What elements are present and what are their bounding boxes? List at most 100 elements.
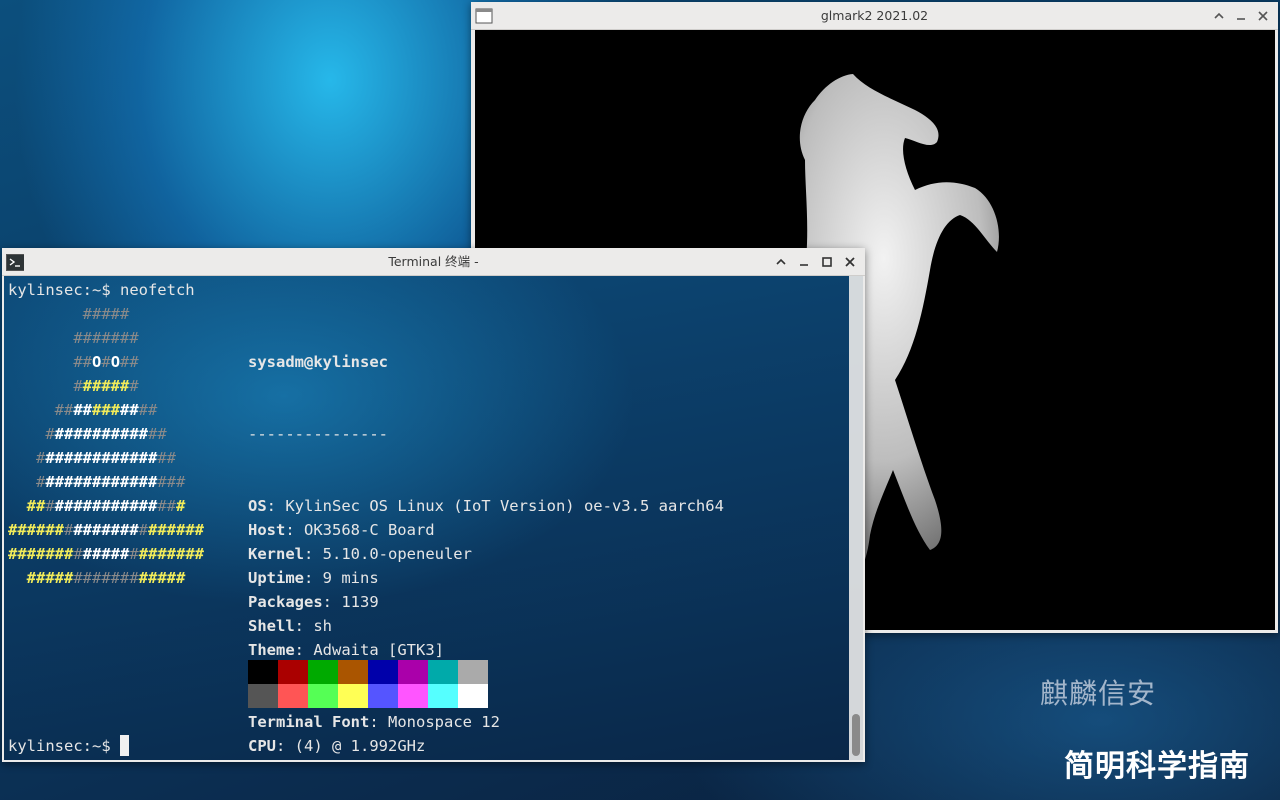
info-row: Theme: Adwaita [GTK3] <box>248 638 724 662</box>
ascii-segment: # <box>176 497 186 515</box>
ascii-line: ################ <box>8 470 204 494</box>
neofetch-ascii-logo: ##### ####### ##O#O## ####### ##########… <box>8 302 204 590</box>
text-cursor <box>119 735 129 756</box>
info-value: : KylinSec OS Linux (IoT Version) oe-v3.… <box>266 497 724 515</box>
ascii-segment: # <box>138 521 149 539</box>
info-value: : sh <box>294 617 332 635</box>
terminal-titlebar[interactable]: Terminal 终端 - <box>2 248 865 276</box>
color-palette <box>248 660 488 708</box>
terminal-scrollbar[interactable] <box>849 276 863 760</box>
ascii-segment: # <box>129 377 139 395</box>
palette-swatch <box>338 684 368 708</box>
info-value: : 5.10.0-openeuler <box>304 545 472 563</box>
ascii-segment: ### <box>92 401 120 419</box>
ascii-line: ############### <box>8 446 204 470</box>
palette-swatch <box>308 660 338 684</box>
palette-swatch <box>398 684 428 708</box>
minimize-icon[interactable] <box>1232 7 1250 25</box>
ascii-segment: # <box>8 449 46 467</box>
info-key: CPU <box>248 737 276 755</box>
scrollbar-thumb[interactable] <box>852 714 860 756</box>
ascii-segment: ##### <box>82 545 130 563</box>
prompt-line: kylinsec:~$ neofetch <box>8 281 195 299</box>
ascii-segment: ############ <box>45 449 158 467</box>
ascii-segment: # <box>8 425 55 443</box>
maximize-icon[interactable] <box>818 253 836 271</box>
ascii-segment: ##### <box>82 377 130 395</box>
ascii-segment: ##### <box>138 569 186 587</box>
ascii-segment: O <box>92 353 102 371</box>
info-separator: --------------- <box>248 425 388 443</box>
palette-swatch <box>428 684 458 708</box>
info-key: Terminal Font <box>248 713 370 731</box>
ascii-segment: # <box>129 545 139 563</box>
ascii-segment: ###### <box>8 521 64 539</box>
info-key: Host <box>248 521 286 539</box>
close-icon[interactable] <box>841 253 859 271</box>
ascii-segment: # <box>8 473 46 491</box>
ascii-segment: ## <box>157 497 176 515</box>
terminal-title: Terminal 终端 - <box>388 254 479 269</box>
info-value: : Adwaita [GTK3] <box>294 641 444 659</box>
info-key: Packages <box>248 593 323 611</box>
maximize-icon[interactable] <box>1210 7 1228 25</box>
ascii-segment: ###### <box>148 521 205 539</box>
info-row: CPU: (4) @ 1.992GHz <box>248 734 724 758</box>
info-row: Packages: 1139 <box>248 590 724 614</box>
ascii-segment: ####### <box>8 545 74 563</box>
palette-swatch <box>458 660 488 684</box>
ascii-segment: # <box>45 497 55 515</box>
ascii-segment: ## <box>148 425 167 443</box>
ascii-segment: # <box>73 545 83 563</box>
palette-swatch <box>308 684 338 708</box>
ascii-segment: O <box>110 353 121 371</box>
ascii-segment: ########### <box>54 497 158 515</box>
ascii-segment: ####### <box>73 521 139 539</box>
palette-swatch <box>278 684 308 708</box>
close-icon[interactable] <box>1254 7 1272 25</box>
ascii-segment: ##### <box>8 569 74 587</box>
glmark2-title: glmark2 2021.02 <box>820 8 929 23</box>
info-row: Terminal Font: Monospace 12 <box>248 710 724 734</box>
info-key: Theme <box>248 641 295 659</box>
ascii-segment: ## <box>8 401 74 419</box>
info-key: Uptime <box>248 569 304 587</box>
ascii-segment: ############ <box>45 473 158 491</box>
brand-watermark: 麒麟信安 <box>1040 677 1157 710</box>
info-value: : 1139 <box>322 593 379 611</box>
ascii-segment: # <box>64 521 74 539</box>
ascii-segment: ## <box>120 401 139 419</box>
glmark2-titlebar[interactable]: glmark2 2021.02 <box>471 2 1278 30</box>
ascii-segment: ### <box>157 473 186 491</box>
user-host: sysadm@kylinsec <box>248 353 388 371</box>
info-key: Kernel <box>248 545 304 563</box>
palette-swatch <box>368 684 398 708</box>
info-row: Memory: 561MiB / 1966MiB <box>248 758 724 760</box>
ascii-line: ##################### <box>8 518 204 542</box>
palette-swatch <box>248 660 278 684</box>
ascii-segment: ## <box>8 497 46 515</box>
shade-icon[interactable] <box>772 253 790 271</box>
ascii-segment: ## <box>8 353 92 371</box>
info-row: Shell: sh <box>248 614 724 638</box>
palette-swatch <box>458 684 488 708</box>
ascii-segment: ## <box>120 353 139 371</box>
terminal-window[interactable]: Terminal 终端 - kylinsec:~$ neofetch #####… <box>2 248 865 762</box>
palette-swatch <box>398 660 428 684</box>
info-key: OS <box>248 497 267 515</box>
palette-swatch <box>338 660 368 684</box>
ascii-line: ################# <box>8 494 204 518</box>
info-key: Shell <box>248 617 295 635</box>
info-value: : 9 mins <box>304 569 379 587</box>
terminal-output[interactable]: kylinsec:~$ neofetch ##### ####### ##O#O… <box>4 276 863 760</box>
prompt-end: kylinsec:~$ <box>8 734 129 758</box>
minimize-icon[interactable] <box>795 253 813 271</box>
ascii-line: ################# <box>8 566 204 590</box>
ascii-line: ##################### <box>8 542 204 566</box>
ascii-segment: ####### <box>8 329 139 347</box>
palette-swatch <box>428 660 458 684</box>
ascii-segment: ########## <box>54 425 148 443</box>
info-row: Kernel: 5.10.0-openeuler <box>248 542 724 566</box>
palette-swatch <box>248 684 278 708</box>
ascii-segment: # <box>101 353 111 371</box>
